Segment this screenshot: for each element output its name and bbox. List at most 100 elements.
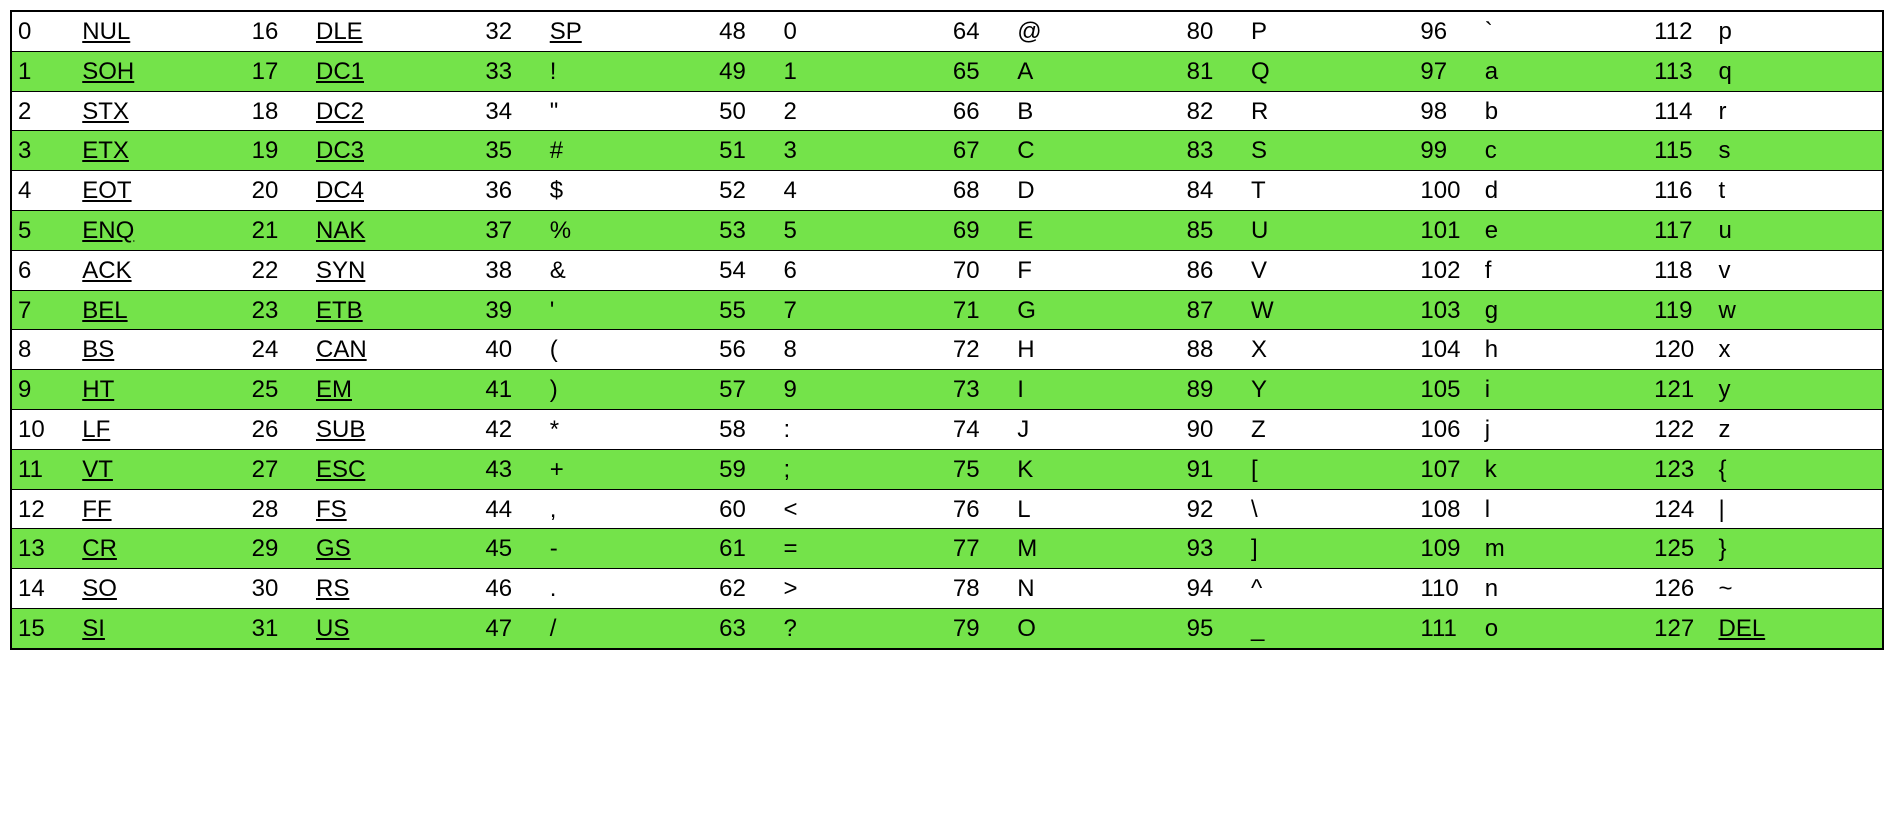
ascii-char[interactable]: NAK [310, 210, 479, 250]
ascii-char[interactable]: SO [76, 569, 245, 609]
ascii-char[interactable]: DEL [1712, 608, 1883, 648]
ascii-char-link[interactable]: EOT [82, 177, 131, 204]
ascii-char: j [1479, 409, 1648, 449]
ascii-char-link[interactable]: DEL [1718, 615, 1765, 642]
ascii-char: f [1479, 250, 1648, 290]
ascii-char-link[interactable]: SO [82, 575, 117, 602]
ascii-code: 63 [713, 608, 777, 648]
table-row: 11VT27ESC43+59;75K91[107k123{ [11, 449, 1883, 489]
ascii-char-link[interactable]: SYN [316, 257, 365, 284]
ascii-char[interactable]: RS [310, 569, 479, 609]
ascii-char[interactable]: BEL [76, 290, 245, 330]
ascii-char: 1 [777, 51, 946, 91]
table-row: 5ENQ21NAK37%53569E85U101e117u [11, 210, 1883, 250]
ascii-char[interactable]: FS [310, 489, 479, 529]
ascii-code: 55 [713, 290, 777, 330]
ascii-code: 44 [479, 489, 543, 529]
ascii-char-link[interactable]: EM [316, 376, 352, 403]
ascii-char-link[interactable]: VT [82, 456, 113, 483]
ascii-char-link[interactable]: ENQ [82, 217, 134, 244]
ascii-char-link[interactable]: DC4 [316, 177, 364, 204]
ascii-char-link[interactable]: CR [82, 535, 117, 562]
ascii-char[interactable]: NUL [76, 11, 245, 51]
ascii-code: 60 [713, 489, 777, 529]
ascii-char[interactable]: ETB [310, 290, 479, 330]
ascii-char[interactable]: DLE [310, 11, 479, 51]
ascii-char-link[interactable]: BS [82, 336, 114, 363]
ascii-code: 37 [479, 210, 543, 250]
ascii-char[interactable]: DC1 [310, 51, 479, 91]
ascii-char-link[interactable]: ETX [82, 137, 129, 164]
ascii-code: 43 [479, 449, 543, 489]
ascii-char-link[interactable]: SP [550, 18, 582, 45]
ascii-char-link[interactable]: ACK [82, 257, 131, 284]
ascii-char[interactable]: LF [76, 409, 245, 449]
ascii-code: 5 [11, 210, 76, 250]
ascii-char[interactable]: ESC [310, 449, 479, 489]
ascii-char[interactable]: EM [310, 370, 479, 410]
ascii-code: 93 [1181, 529, 1245, 569]
ascii-char[interactable]: US [310, 608, 479, 648]
ascii-code: 62 [713, 569, 777, 609]
ascii-char[interactable]: STX [76, 91, 245, 131]
ascii-char[interactable]: ETX [76, 131, 245, 171]
ascii-char-link[interactable]: GS [316, 535, 351, 562]
ascii-char-link[interactable]: LF [82, 416, 110, 443]
ascii-char[interactable]: CR [76, 529, 245, 569]
ascii-char: 9 [777, 370, 946, 410]
ascii-code: 91 [1181, 449, 1245, 489]
ascii-code: 122 [1648, 409, 1712, 449]
ascii-char[interactable]: CAN [310, 330, 479, 370]
ascii-char-link[interactable]: SI [82, 615, 105, 642]
ascii-char: c [1479, 131, 1648, 171]
ascii-code: 48 [713, 11, 777, 51]
ascii-char[interactable]: DC3 [310, 131, 479, 171]
ascii-char[interactable]: VT [76, 449, 245, 489]
ascii-code: 103 [1414, 290, 1478, 330]
ascii-char[interactable]: HT [76, 370, 245, 410]
ascii-char-link[interactable]: ETB [316, 297, 363, 324]
ascii-char-link[interactable]: NAK [316, 217, 365, 244]
ascii-char[interactable]: ACK [76, 250, 245, 290]
ascii-char-link[interactable]: DLE [316, 18, 363, 45]
ascii-char: 2 [777, 91, 946, 131]
ascii-char[interactable]: SOH [76, 51, 245, 91]
ascii-char-link[interactable]: ESC [316, 456, 365, 483]
ascii-char[interactable]: DC2 [310, 91, 479, 131]
ascii-char: [ [1245, 449, 1414, 489]
ascii-char: g [1479, 290, 1648, 330]
ascii-char[interactable]: DC4 [310, 171, 479, 211]
ascii-char-link[interactable]: NUL [82, 18, 130, 45]
ascii-char[interactable]: ENQ [76, 210, 245, 250]
ascii-char-link[interactable]: DC2 [316, 98, 364, 125]
ascii-char[interactable]: SI [76, 608, 245, 648]
ascii-char[interactable]: GS [310, 529, 479, 569]
ascii-char-link[interactable]: FF [82, 496, 111, 523]
ascii-char-link[interactable]: HT [82, 376, 114, 403]
ascii-char-link[interactable]: BEL [82, 297, 127, 324]
ascii-char-link[interactable]: RS [316, 575, 349, 602]
ascii-char-link[interactable]: CAN [316, 336, 367, 363]
ascii-code: 74 [947, 409, 1011, 449]
ascii-code: 107 [1414, 449, 1478, 489]
ascii-char-link[interactable]: SUB [316, 416, 365, 443]
ascii-char[interactable]: FF [76, 489, 245, 529]
ascii-char-link[interactable]: STX [82, 98, 129, 125]
ascii-char-link[interactable]: SOH [82, 58, 134, 85]
ascii-char-link[interactable]: FS [316, 496, 347, 523]
ascii-char-link[interactable]: DC1 [316, 58, 364, 85]
ascii-code: 57 [713, 370, 777, 410]
ascii-code: 25 [246, 370, 310, 410]
ascii-char-link[interactable]: DC3 [316, 137, 364, 164]
ascii-char: k [1479, 449, 1648, 489]
ascii-char[interactable]: EOT [76, 171, 245, 211]
ascii-char[interactable]: SYN [310, 250, 479, 290]
ascii-char: n [1479, 569, 1648, 609]
ascii-char: e [1479, 210, 1648, 250]
ascii-char[interactable]: BS [76, 330, 245, 370]
ascii-code: 56 [713, 330, 777, 370]
ascii-char-link[interactable]: US [316, 615, 349, 642]
ascii-char[interactable]: SP [544, 11, 713, 51]
ascii-code: 79 [947, 608, 1011, 648]
ascii-char[interactable]: SUB [310, 409, 479, 449]
